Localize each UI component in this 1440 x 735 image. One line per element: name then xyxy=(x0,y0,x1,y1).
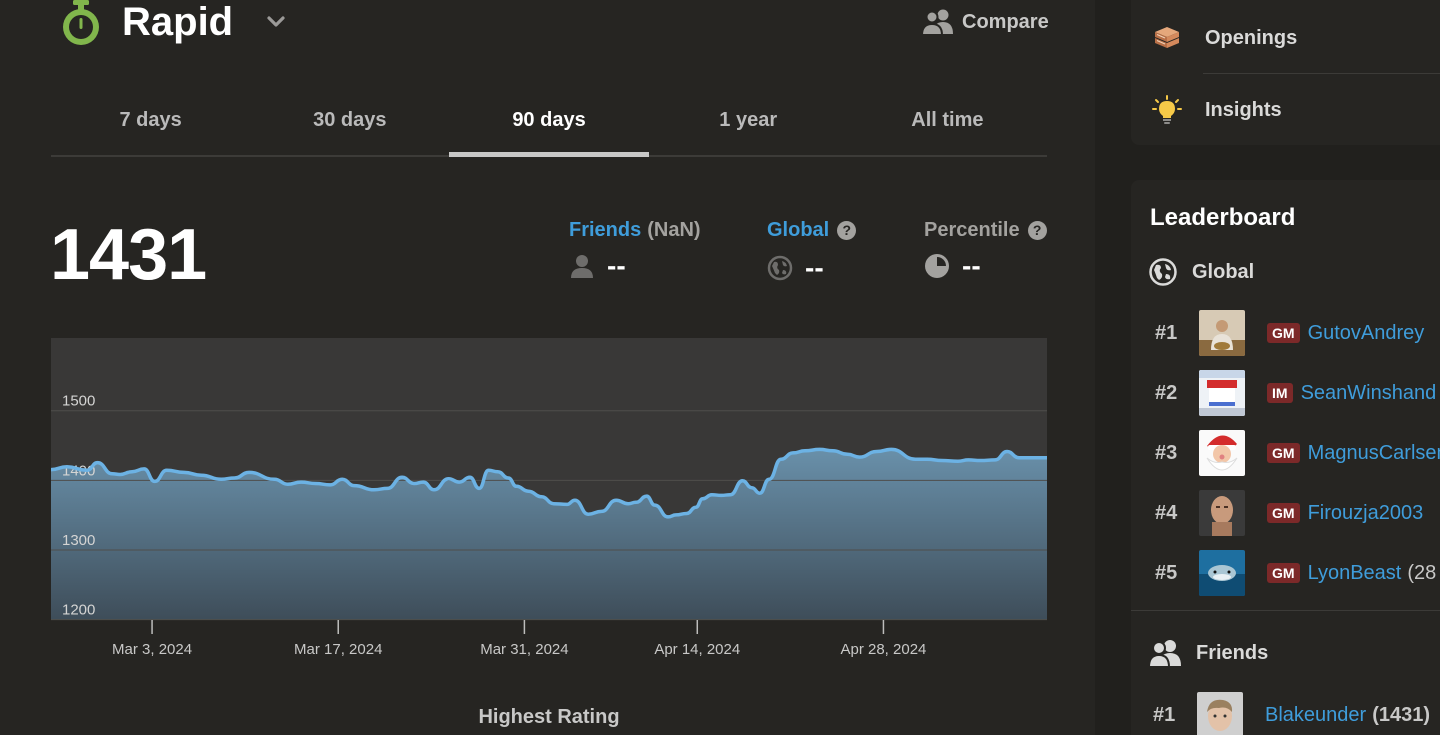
rank: #4 xyxy=(1155,501,1178,524)
y-tick-label: 1200 xyxy=(62,602,95,619)
stopwatch-icon xyxy=(63,0,99,45)
help-icon[interactable]: ? xyxy=(837,221,857,240)
menu-card: Openings Insights xyxy=(1131,0,1440,145)
tab-7-days[interactable]: 7 days xyxy=(51,95,250,155)
menu-divider xyxy=(1203,73,1440,74)
leaderboard-card: Leaderboard Global #1 GM GutovAndrey #2 … xyxy=(1131,180,1440,735)
menu-label-insights: Insights xyxy=(1205,98,1282,121)
rank: #5 xyxy=(1155,561,1178,584)
global-section-header: Global xyxy=(1148,257,1254,287)
tab-30-days[interactable]: 30 days xyxy=(250,95,449,155)
avatar[interactable] xyxy=(1199,310,1245,356)
tab-all-time[interactable]: All time xyxy=(848,95,1047,155)
leaderboard-title: Leaderboard xyxy=(1150,204,1296,231)
rank: #1 xyxy=(1155,321,1178,344)
friends-link[interactable]: Friends xyxy=(569,219,641,242)
avatar[interactable] xyxy=(1199,430,1245,476)
title-badge: GM xyxy=(1267,503,1300,523)
username-link[interactable]: GutovAndrey xyxy=(1308,322,1425,345)
percentile-value: -- xyxy=(962,250,981,281)
avatar[interactable] xyxy=(1197,692,1243,735)
avatar[interactable] xyxy=(1199,490,1245,536)
global-link[interactable]: Global xyxy=(767,219,829,242)
username-link[interactable]: Firouzja2003 xyxy=(1308,502,1424,525)
leaderboard-row[interactable]: #5 GM LyonBeast (28 xyxy=(1155,550,1440,596)
menu-label-openings: Openings xyxy=(1205,26,1298,49)
help-icon[interactable]: ? xyxy=(1027,221,1047,240)
chart-caption: Highest Rating xyxy=(478,706,620,728)
leaderboard-row[interactable]: #2 IM SeanWinshand xyxy=(1155,370,1440,416)
x-tick-label: Mar 31, 2024 xyxy=(480,641,568,658)
x-tick-label: Apr 28, 2024 xyxy=(840,641,926,658)
page-gutter xyxy=(1095,0,1131,735)
lightbulb-icon xyxy=(1152,95,1182,124)
x-tick-label: Mar 3, 2024 xyxy=(112,641,192,658)
global-stat: Global ? -- xyxy=(767,219,857,284)
username-link[interactable]: LyonBeast xyxy=(1308,562,1402,585)
right-sidebar: Openings Insights Leaderboard Global #1 xyxy=(1131,0,1440,735)
book-stack-icon xyxy=(1155,27,1179,48)
user-rating: (1431) xyxy=(1372,703,1430,726)
username-link[interactable]: MagnusCarlsen xyxy=(1308,442,1440,465)
x-tick-label: Apr 14, 2024 xyxy=(654,641,740,658)
global-rank-value: -- xyxy=(805,252,824,283)
y-tick-label: 1500 xyxy=(62,393,95,410)
leaderboard-row[interactable]: #1 GM GutovAndrey xyxy=(1155,310,1440,356)
friends-rank-value: -- xyxy=(607,250,626,281)
compare-button[interactable]: Compare xyxy=(920,8,1049,36)
username-link[interactable]: SeanWinshand xyxy=(1301,382,1437,405)
percentile-label: Percentile xyxy=(924,219,1020,241)
friends-section-label: Friends xyxy=(1196,641,1269,664)
rating-chart[interactable]: 1500140013001200Mar 3, 2024 Mar 17, 2024 M… xyxy=(51,338,1047,670)
rank: #1 xyxy=(1153,703,1176,726)
title-badge: GM xyxy=(1267,323,1300,343)
avatar[interactable] xyxy=(1199,550,1245,596)
user-rating: (28 xyxy=(1407,561,1437,584)
avatar[interactable] xyxy=(1199,370,1245,416)
page-title: Rapid xyxy=(122,0,234,44)
percentile-stat: Percentile ? -- xyxy=(924,219,1047,282)
leaderboard-row[interactable]: #3 GM MagnusCarlsen xyxy=(1155,430,1440,476)
friends-count: (NaN) xyxy=(647,219,701,241)
title-badge: IM xyxy=(1267,383,1293,403)
username-link[interactable]: Blakeunder xyxy=(1265,704,1366,727)
section-divider xyxy=(1131,610,1440,611)
user-icon xyxy=(571,255,593,278)
current-rating: 1431 xyxy=(50,215,207,295)
main-panel: Rapid Compare 7 days 30 days 90 days 1 y… xyxy=(0,0,1095,735)
title-badge: GM xyxy=(1267,563,1300,583)
globe-icon xyxy=(767,255,793,281)
x-tick-label: Mar 17, 2024 xyxy=(294,641,382,658)
pie-chart-icon xyxy=(925,254,949,278)
time-range-tabs: 7 days 30 days 90 days 1 year All time xyxy=(51,95,1047,157)
users-icon xyxy=(920,9,953,36)
friends-stat: Friends (NaN) -- xyxy=(569,219,701,282)
title-badge: GM xyxy=(1267,443,1300,463)
menu-item-insights[interactable]: Insights xyxy=(1151,94,1282,126)
y-tick-label: 1300 xyxy=(62,532,95,549)
rank: #3 xyxy=(1155,441,1178,464)
tab-1-year[interactable]: 1 year xyxy=(649,95,848,155)
global-section-label: Global xyxy=(1192,260,1255,283)
leaderboard-row[interactable]: #4 GM Firouzja2003 xyxy=(1155,490,1440,536)
users-icon xyxy=(1148,640,1181,668)
leaderboard-row[interactable]: #1 Blakeunder (1431) xyxy=(1153,692,1440,735)
chevron-down-icon[interactable] xyxy=(264,10,288,34)
rank: #2 xyxy=(1155,381,1178,404)
friends-section-header: Friends xyxy=(1148,638,1268,668)
menu-item-openings[interactable]: Openings xyxy=(1151,24,1297,52)
globe-icon xyxy=(1149,258,1177,286)
compare-label: Compare xyxy=(962,10,1049,33)
tab-90-days[interactable]: 90 days xyxy=(449,95,649,157)
